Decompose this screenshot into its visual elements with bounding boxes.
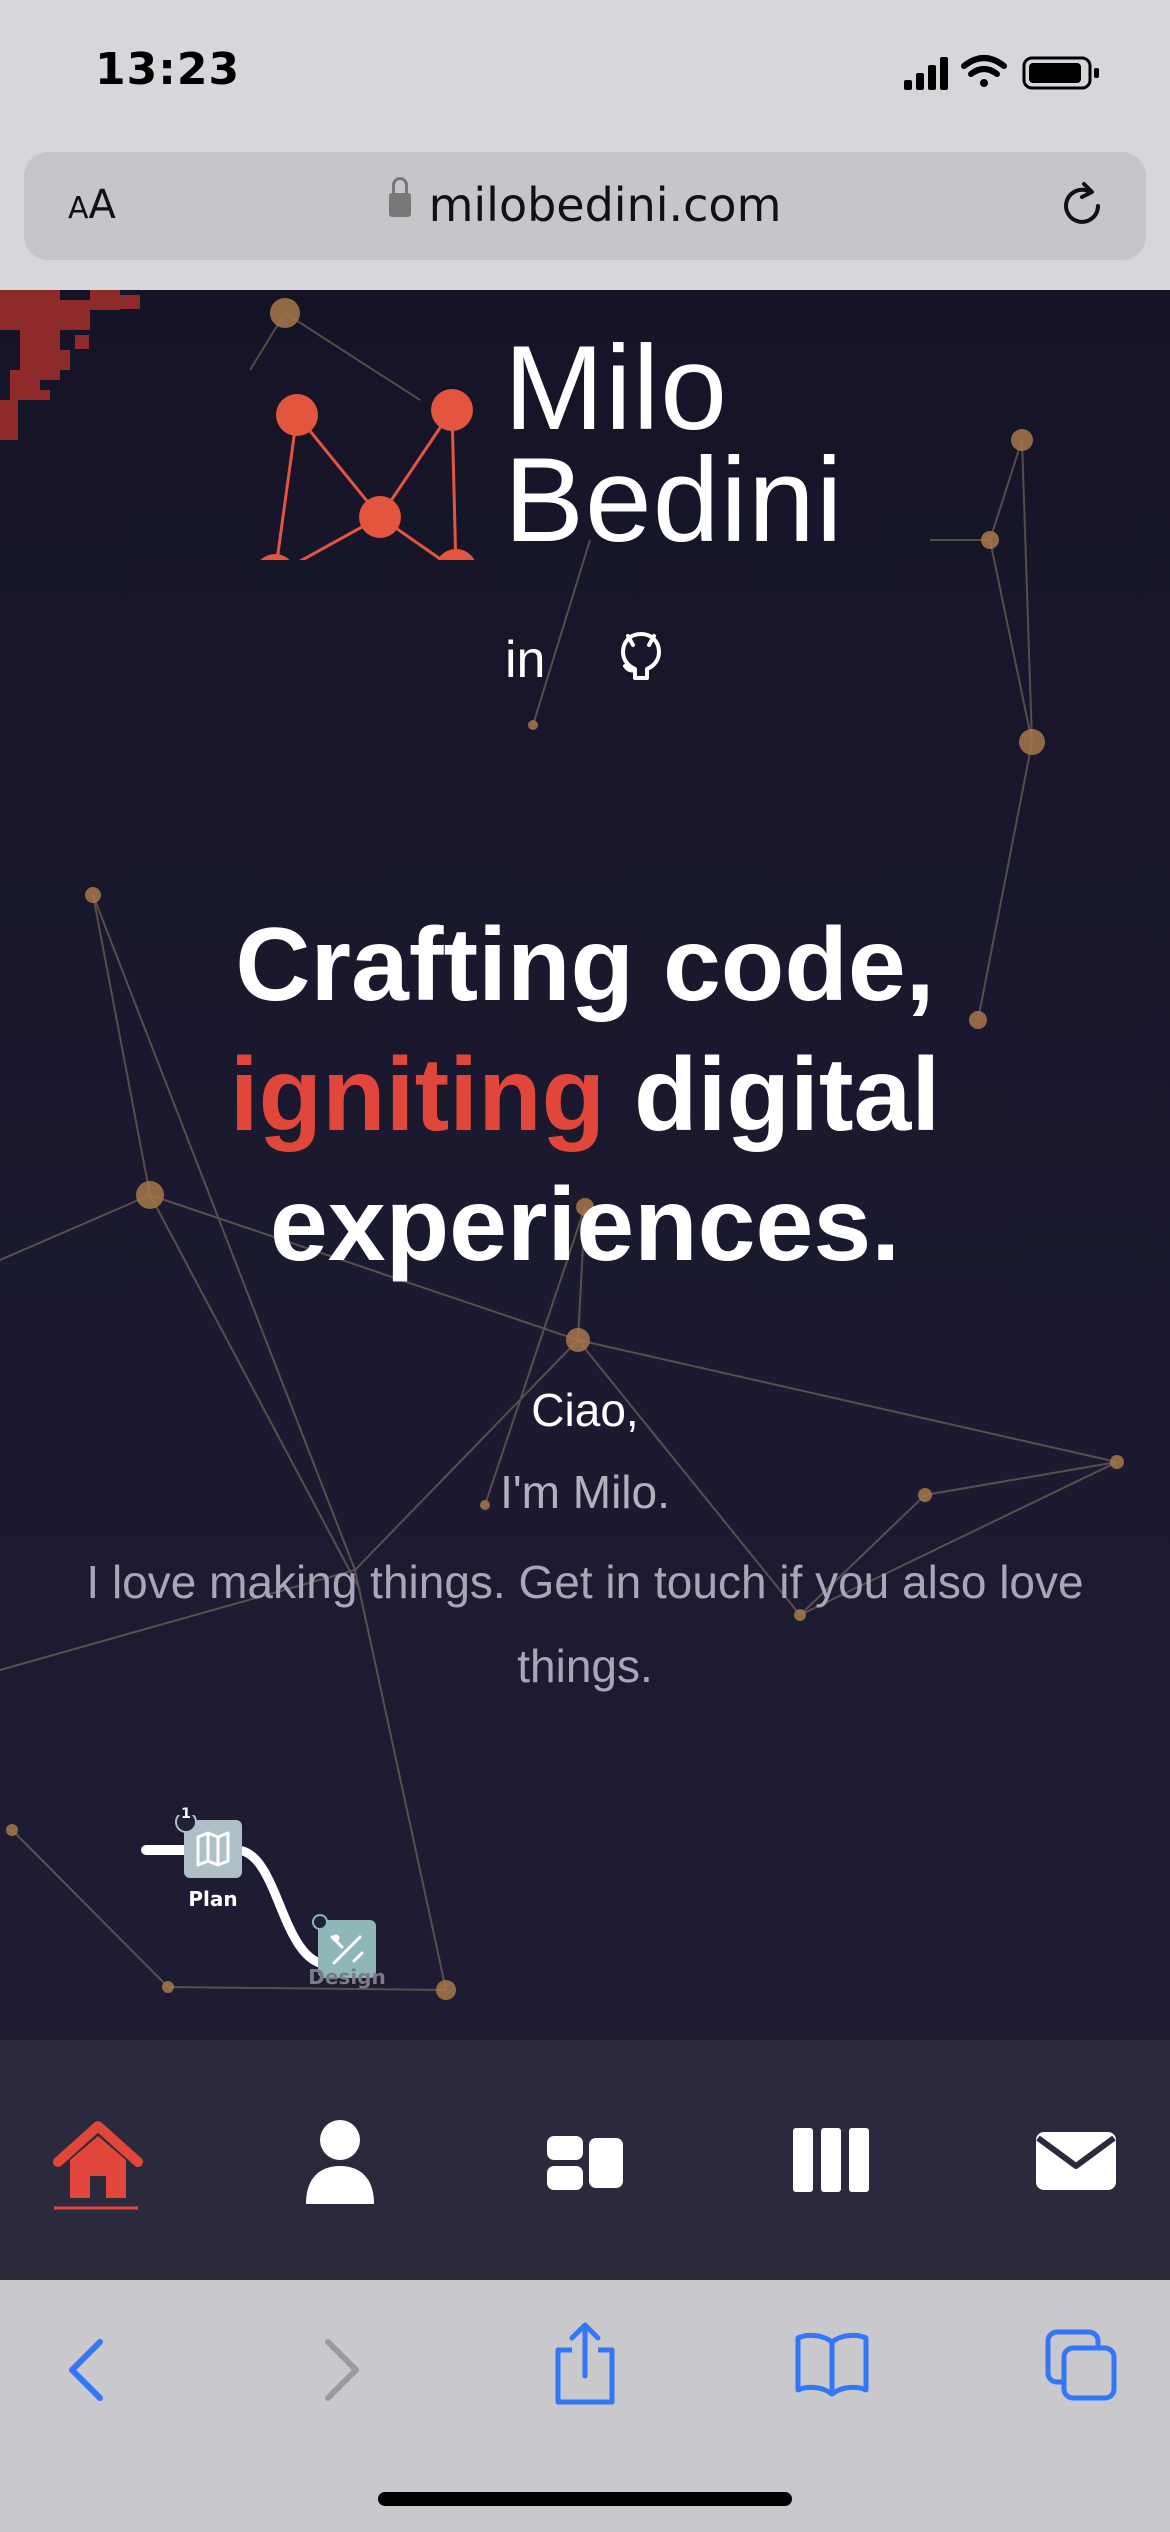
- url-field[interactable]: milobedini.com: [24, 176, 1146, 232]
- bookmarks-icon[interactable]: [792, 2326, 872, 2406]
- status-time: 13:23: [95, 44, 241, 95]
- battery-icon: [1022, 56, 1099, 90]
- plan-label: Plan: [188, 1887, 238, 1911]
- reload-icon[interactable]: [1054, 178, 1110, 234]
- site-bottom-nav: [0, 2040, 1170, 2280]
- headline-line-1: Crafting code,: [235, 907, 935, 1023]
- home-indicator: [378, 2492, 792, 2506]
- status-bar: 13:23: [0, 0, 1170, 150]
- address-bar[interactable]: AA milobedini.com: [24, 152, 1146, 260]
- brand-last-name: Bedini: [504, 433, 844, 567]
- headline-accent: igniting: [229, 1037, 606, 1153]
- headline-line-2: igniting digital: [0, 1030, 1170, 1160]
- share-icon[interactable]: [548, 2320, 622, 2410]
- lock-icon: [388, 176, 411, 217]
- home-icon[interactable]: [48, 2110, 148, 2210]
- design-label: Design: [308, 1965, 386, 1989]
- signal-icon: [904, 57, 948, 90]
- greeting: Ciao,: [531, 1384, 639, 1436]
- brand-name[interactable]: Milo Bedini: [504, 321, 844, 567]
- intro-name: I'm Milo.: [500, 1466, 670, 1518]
- headline-line-2-rest: digital: [605, 1037, 941, 1153]
- intro-text: I love making things. Get in touch if yo…: [86, 1556, 1084, 1692]
- forward-arrow-icon[interactable]: [310, 2330, 370, 2410]
- red-splash: [0, 290, 140, 440]
- url-text: milobedini.com: [428, 178, 782, 232]
- projects-icon[interactable]: [535, 2110, 635, 2210]
- back-arrow-icon[interactable]: [58, 2330, 118, 2410]
- brand-first-name: Milo: [504, 321, 729, 455]
- tabs-icon[interactable]: [1042, 2326, 1122, 2406]
- linkedin-icon[interactable]: in: [505, 630, 545, 690]
- github-icon[interactable]: [619, 630, 663, 682]
- website-hero: Milo Bedini in Crafting code, igniting d…: [0, 290, 1170, 2040]
- hero-headline: Crafting code, igniting digital experien…: [0, 900, 1170, 1290]
- user-icon[interactable]: [290, 2110, 390, 2210]
- logo-icon: [260, 389, 475, 560]
- status-icons: [904, 55, 1099, 90]
- mail-icon[interactable]: [1026, 2110, 1126, 2210]
- wifi-icon: [961, 55, 1007, 87]
- process-flow: 1 Plan Design: [140, 1806, 400, 2015]
- headline-line-3: experiences.: [269, 1167, 901, 1283]
- step-badge-number: 1: [181, 1806, 191, 1822]
- columns-icon[interactable]: [781, 2110, 881, 2210]
